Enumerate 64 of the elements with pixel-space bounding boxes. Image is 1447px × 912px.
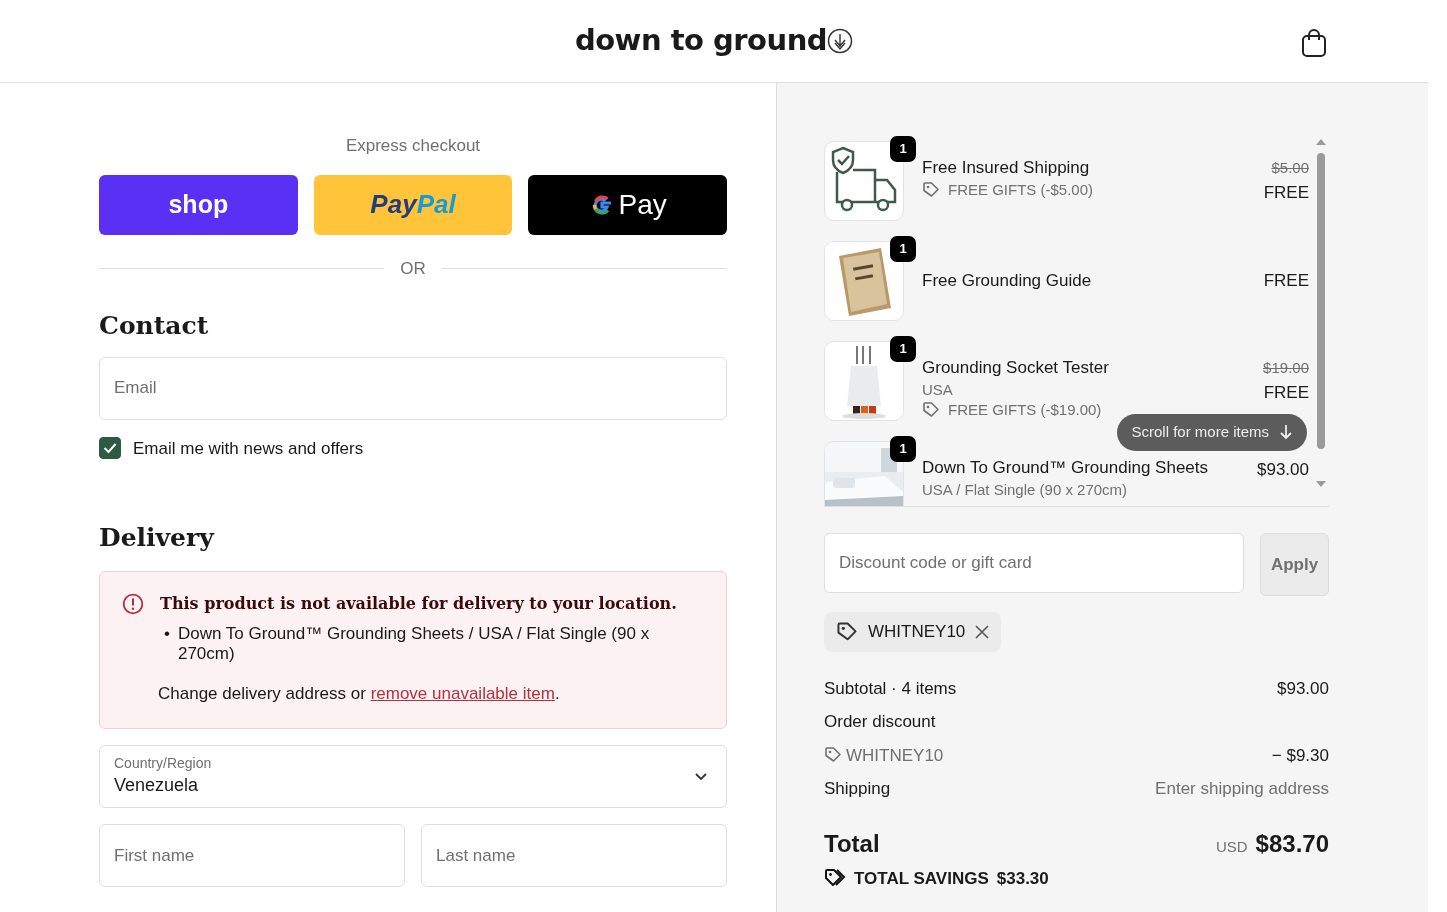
apply-button[interactable]: Apply [1260,533,1329,596]
product-price: FREE [1263,270,1309,293]
alert-message: Change delivery address or remove unavailable item. [157,682,561,705]
checkbox-label: Email me with news and offers [133,437,364,460]
product-title: Free Insured Shipping [922,157,1091,179]
tag-icon [922,181,940,200]
tag-icon [836,620,858,643]
section-heading: Contact [99,310,210,341]
summary-label: Subtotal · 4 items [824,677,957,700]
product-price: FREE [1263,181,1309,204]
section-label: Express checkout [344,135,482,157]
savings-label: TOTAL SAVINGS [854,867,989,890]
subtotal-value: $93.00 [1277,677,1329,700]
discount-label: FREE GIFTS (-$5.00) [948,179,1094,200]
scroll-hint[interactable]: Scroll for more items [1117,414,1307,451]
summary-label: Order discount [824,711,936,733]
logo[interactable]: down to ground [574,19,854,63]
section-heading: Delivery [99,523,216,553]
discount-code: WHITNEY10 [846,744,944,767]
divider-label: OR [400,257,426,280]
discount-label: FREE GIFTS (-$19.00) [948,400,1102,421]
discount-code-chip[interactable]: WHITNEY10 [824,612,1002,652]
tag-icon [824,746,842,765]
product-variant: USA / Flat Single (90 x 270cm) [922,479,1129,500]
discount-code-field[interactable]: Discount code or gift card [824,533,1244,593]
paypal-button[interactable]: PayPal [313,174,513,235]
original-price: $19.00 [1263,358,1309,378]
close-icon[interactable] [975,624,990,639]
shipping-value: Enter shipping address [1155,778,1329,800]
tag-icon [922,401,940,420]
product-price: FREE [1263,381,1309,404]
currency-label: USD [1215,836,1248,857]
total-value: $83.70 [1255,828,1329,859]
discount-value: − $9.30 [1271,744,1329,767]
quantity-badge: 1 [890,236,916,262]
product-title: Grounding Socket Tester [922,357,1110,379]
product-title: Free Grounding Guide [922,269,1093,292]
first-name-field[interactable]: First name [99,824,405,888]
product-variant: USA [922,379,954,400]
checkmark-icon [103,442,117,455]
checkbox[interactable] [99,437,121,460]
email-field[interactable]: Email [99,356,727,420]
error-icon [122,593,144,615]
remove-item-link[interactable]: remove unavailable item [370,683,555,703]
google-pay-button[interactable]: Pay [528,174,727,235]
summary-label: Shipping [824,778,891,800]
product-price: $93.00 [1257,459,1309,481]
quantity-badge: 1 [890,436,916,462]
country-select[interactable]: Country/Region Venezuela [99,745,727,809]
alert-list-item: Down To Ground™ Grounding Sheets / USA / Flat Single (90 x 270cm) [177,624,651,665]
alert-title: This product is not available for delivery to your location. [160,593,677,615]
bullet: • [164,624,170,645]
quantity-badge: 1 [890,336,916,362]
arrow-down-icon [1279,424,1293,441]
original-price: $5.00 [1270,158,1309,178]
shopping-bag-icon[interactable] [1300,28,1328,58]
shop-pay-button[interactable]: shop [99,174,298,235]
product-title: Down To Ground™ Grounding Sheets [922,457,1210,479]
quantity-badge: 1 [890,136,916,162]
total-label: Total [824,828,880,859]
last-name-field[interactable]: Last name [421,824,727,888]
down-arrow-circle-icon [827,28,854,54]
savings-value: $33.30 [996,867,1049,890]
chevron-down-icon [694,772,708,783]
